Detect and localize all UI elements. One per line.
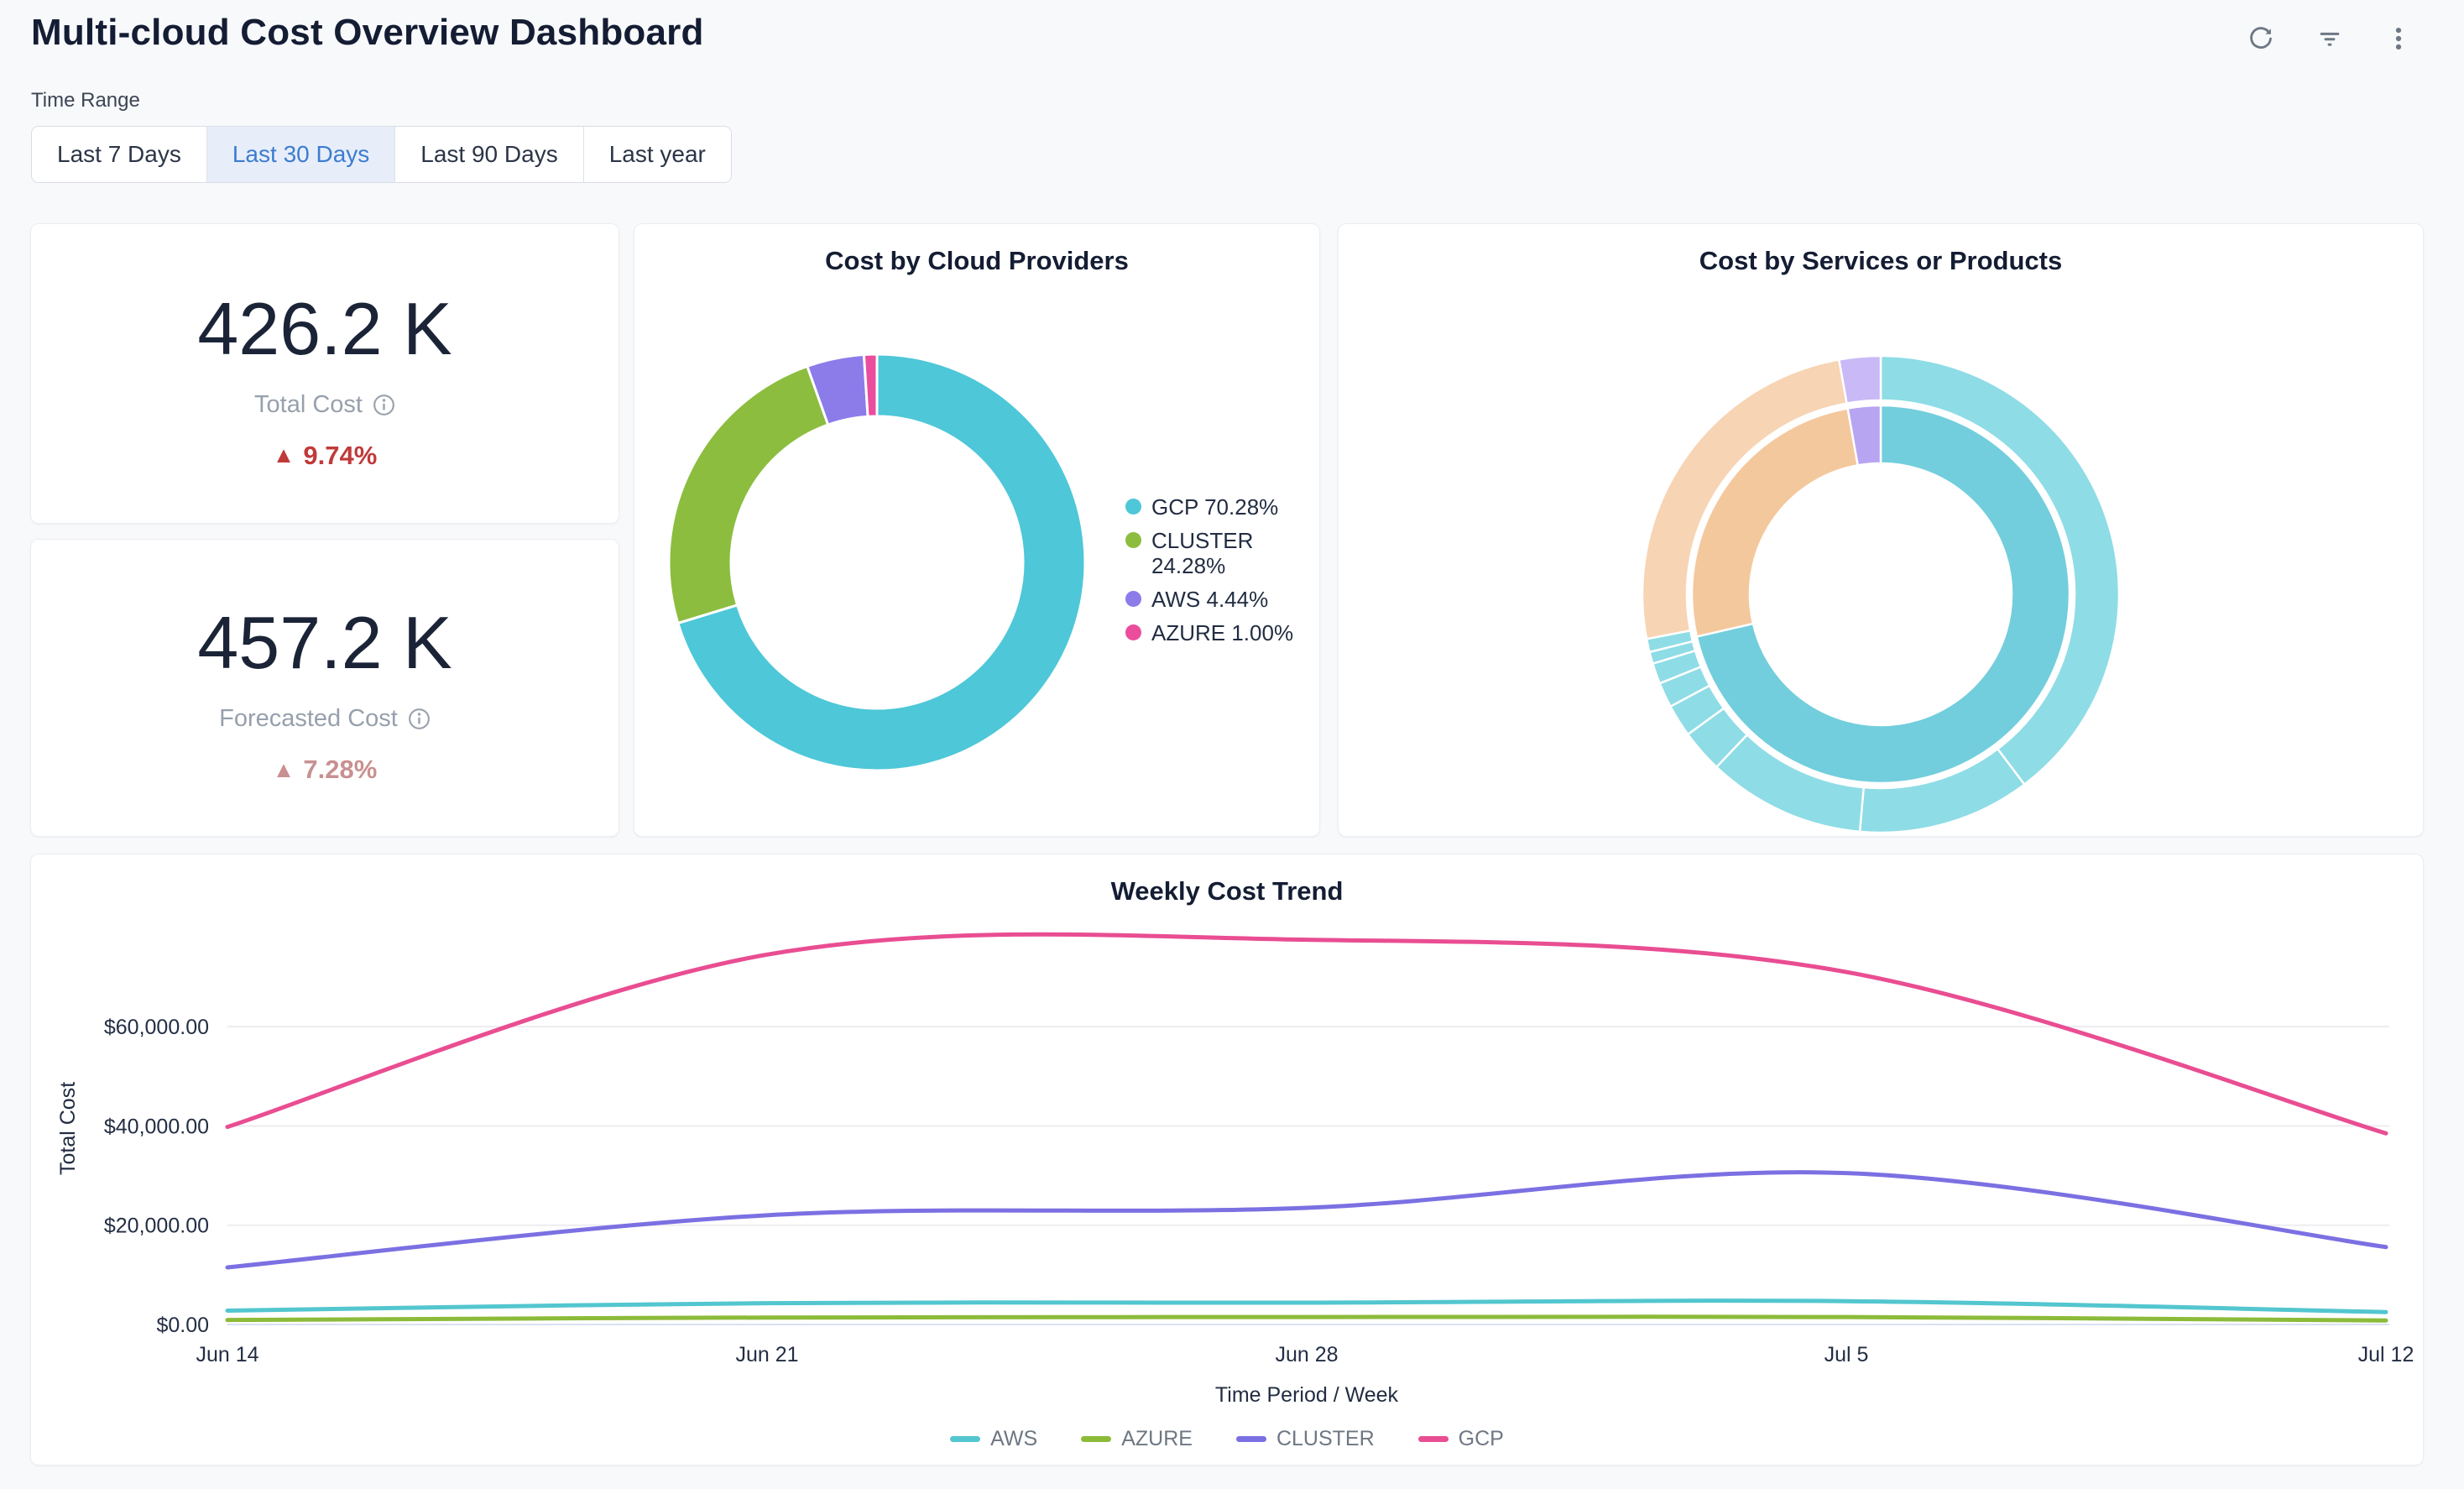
x-tick-label: Jun 14	[196, 1343, 258, 1366]
sunburst-outer-aws-10[interactable]	[1839, 356, 1881, 404]
y-tick-label: $40,000.00	[104, 1115, 209, 1138]
time-range-option-0[interactable]: Last 7 Days	[32, 127, 206, 182]
legend-label: AWS	[990, 1427, 1037, 1451]
series-line-gcp	[227, 934, 2386, 1133]
legend-dash-icon	[1236, 1436, 1266, 1442]
series-line-cluster	[227, 1173, 2386, 1267]
legend-item-azure[interactable]: AZURE 1.00%	[1125, 620, 1307, 646]
legend-label: AZURE	[1121, 1427, 1193, 1451]
legend-dot-icon	[1125, 624, 1141, 640]
legend-dash-icon	[950, 1436, 980, 1442]
weekly-trend-line-chart: $0.00 $20,000.00 $40,000.00 $60,000.00 Jun 1…	[31, 854, 2423, 1417]
up-triangle-icon: ▲	[273, 444, 295, 467]
trend-legend: AWS AZURE CLUSTER GCP	[31, 1427, 2423, 1451]
y-tick-label: $20,000.00	[104, 1215, 209, 1238]
legend-label: CLUSTER	[1276, 1427, 1375, 1451]
donut-legend: GCP 70.28% CLUSTER 24.28% AWS 4.44% AZURE 1…	[1125, 494, 1307, 653]
filter-icon[interactable]	[2313, 22, 2347, 55]
total-cost-card: 426.2 K Total Cost ▲ 9.74%	[30, 223, 619, 524]
x-tick-label: Jul 12	[2358, 1343, 2414, 1366]
trend-legend-item-azure[interactable]: AZURE	[1081, 1427, 1193, 1451]
legend-dot-icon	[1125, 499, 1141, 515]
legend-item-cluster[interactable]: CLUSTER 24.28%	[1125, 528, 1307, 579]
kpi-delta: ▲ 7.28%	[273, 755, 378, 785]
kpi-delta: ▲ 9.74%	[273, 441, 378, 471]
legend-item-aws[interactable]: AWS 4.44%	[1125, 587, 1307, 613]
up-triangle-icon: ▲	[273, 759, 295, 781]
header-actions	[2244, 22, 2415, 55]
legend-label: CLUSTER 24.28%	[1151, 528, 1307, 579]
x-tick-label: Jul 5	[1825, 1343, 1869, 1366]
donut-segment-cluster[interactable]	[669, 366, 828, 623]
trend-legend-item-aws[interactable]: AWS	[950, 1427, 1037, 1451]
time-range-group: Last 7 Days Last 30 Days Last 90 Days La…	[31, 126, 732, 183]
legend-label: AZURE 1.00%	[1151, 620, 1293, 646]
legend-dot-icon	[1125, 532, 1141, 548]
legend-dash-icon	[1418, 1436, 1449, 1442]
series-line-aws	[227, 1301, 2386, 1313]
time-range-option-3[interactable]: Last year	[583, 127, 731, 182]
series-line-azure	[227, 1317, 2386, 1320]
kpi-label: Forecasted Cost	[219, 705, 398, 733]
forecasted-cost-card: 457.2 K Forecasted Cost ▲ 7.28%	[30, 539, 619, 837]
x-axis-title: Time Period / Week	[31, 1383, 2464, 1408]
y-tick-label: $60,000.00	[104, 1016, 209, 1039]
refresh-icon[interactable]	[2244, 22, 2278, 55]
legend-dash-icon	[1081, 1436, 1111, 1442]
kpi-delta-value: 9.74%	[303, 441, 377, 471]
legend-item-gcp[interactable]: GCP 70.28%	[1125, 494, 1307, 520]
time-range-option-2[interactable]: Last 90 Days	[394, 127, 582, 182]
time-range-label: Time Range	[31, 89, 140, 112]
legend-label: GCP	[1459, 1427, 1504, 1451]
y-axis-title: Total Cost	[56, 1082, 81, 1175]
kpi-delta-value: 7.28%	[303, 755, 377, 785]
y-tick-label: $0.00	[156, 1314, 209, 1337]
kpi-label: Total Cost	[254, 391, 363, 419]
weekly-cost-trend-card: Weekly Cost Trend $0.00$20,000.00$40,000…	[30, 854, 2424, 1465]
services-sunburst-chart	[1339, 224, 2423, 836]
x-tick-label: Jun 21	[735, 1343, 798, 1366]
page-title: Multi-cloud Cost Overview Dashboard	[31, 12, 704, 54]
cost-by-services-card: Cost by Services or Products	[1338, 223, 2424, 837]
time-range-option-1[interactable]: Last 30 Days	[206, 127, 394, 182]
legend-dot-icon	[1125, 591, 1141, 607]
kpi-value: 457.2 K	[197, 606, 452, 680]
trend-legend-item-cluster[interactable]: CLUSTER	[1236, 1427, 1375, 1451]
kebab-menu-icon[interactable]	[2382, 22, 2415, 55]
legend-label: AWS 4.44%	[1151, 587, 1268, 613]
info-icon[interactable]	[373, 394, 395, 416]
trend-legend-item-gcp[interactable]: GCP	[1418, 1427, 1504, 1451]
kpi-value: 426.2 K	[197, 292, 452, 366]
info-icon[interactable]	[408, 708, 431, 730]
legend-label: GCP 70.28%	[1151, 494, 1278, 520]
cost-by-cloud-providers-card: Cost by Cloud Providers GCP 70.28%CLUSTE…	[634, 223, 1320, 837]
x-tick-label: Jun 28	[1275, 1343, 1338, 1366]
